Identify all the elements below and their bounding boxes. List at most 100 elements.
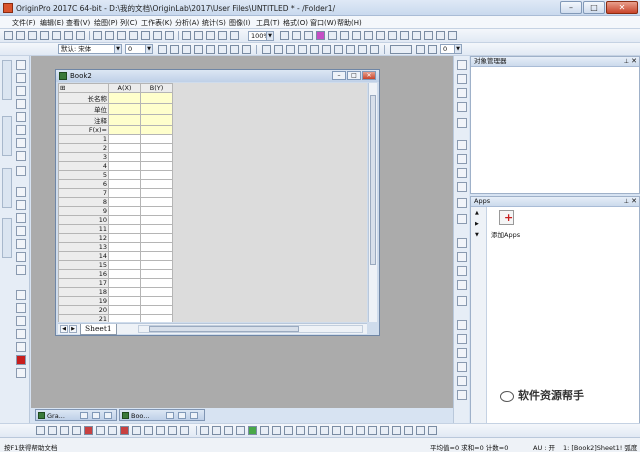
grid-cell[interactable] (108, 103, 141, 115)
grid-cell[interactable] (140, 278, 173, 288)
new-function-icon[interactable] (52, 31, 61, 40)
pointer-icon[interactable] (457, 60, 467, 70)
row-number[interactable]: 13 (58, 242, 109, 252)
menu-file[interactable]: 文件(F) (12, 18, 36, 28)
grid-cell[interactable] (140, 134, 173, 144)
sheet-tab-sheet1[interactable]: Sheet1 (80, 324, 117, 335)
data-selector-icon[interactable] (16, 125, 26, 135)
new-folder-icon[interactable] (388, 31, 397, 40)
grid-cell[interactable] (140, 215, 173, 225)
transpose-icon[interactable] (284, 426, 293, 435)
grid-cell[interactable] (140, 92, 173, 104)
row-number[interactable]: 21 (58, 314, 109, 322)
pie-chart-icon[interactable] (96, 426, 105, 435)
grid-cell[interactable] (140, 114, 173, 126)
row-number[interactable]: 6 (58, 179, 109, 189)
tab-smart-hint[interactable] (2, 218, 12, 258)
chevron-down-icon[interactable]: ▼ (475, 232, 479, 238)
grid-cell[interactable] (108, 161, 141, 171)
grid-cell[interactable] (108, 143, 141, 153)
table-row[interactable]: 21 (58, 314, 173, 322)
chevron-down-icon[interactable]: ▼ (454, 45, 461, 53)
chevron-right-icon[interactable]: ▶ (475, 221, 479, 227)
grid-cell[interactable] (140, 242, 173, 252)
table-row[interactable]: 1 (58, 134, 173, 144)
reduce-icon[interactable] (416, 426, 425, 435)
column-header-b[interactable]: B(Y) (140, 83, 173, 93)
grid-cell[interactable] (140, 314, 173, 322)
split-icon[interactable] (296, 426, 305, 435)
grid-cell[interactable] (140, 260, 173, 270)
font-size-combo[interactable]: 0 ▼ (125, 44, 153, 54)
menu-view[interactable]: 查看(V) (66, 18, 90, 28)
row-number[interactable]: 8 (58, 197, 109, 207)
minimize-button[interactable]: – (560, 1, 582, 14)
decrease-font-icon[interactable] (242, 45, 251, 54)
pivot-icon[interactable] (404, 426, 413, 435)
table-row[interactable]: 17 (58, 278, 173, 288)
grid-cell[interactable] (108, 170, 141, 180)
copy-page-icon[interactable] (230, 31, 239, 40)
menu-worksheet[interactable]: 工作表(K) (141, 18, 172, 28)
rectangle-tool-icon[interactable] (16, 213, 26, 223)
layer-table-icon[interactable] (457, 182, 467, 192)
table-row[interactable]: 10 (58, 215, 173, 225)
table-row[interactable]: 16 (58, 269, 173, 279)
group-icon[interactable] (457, 348, 467, 358)
column-header-a[interactable]: A(X) (108, 83, 141, 93)
table-row[interactable]: 12 (58, 233, 173, 243)
line-symbol-icon[interactable] (60, 426, 69, 435)
maximize-icon[interactable] (92, 412, 100, 419)
layer-icon[interactable] (457, 74, 467, 84)
row-number[interactable]: 9 (58, 206, 109, 216)
worksheet-grid-area[interactable]: ⊞ A(X) B(Y) 长名称 单位 注释 F(x)= 1 2 3 4 5 6 … (58, 83, 367, 322)
pointer-icon[interactable] (16, 60, 26, 70)
refresh-icon[interactable] (194, 31, 203, 40)
add-column-icon[interactable] (248, 426, 257, 435)
sort-icon[interactable] (212, 426, 221, 435)
status-auto-update[interactable]: AU : 开 (533, 442, 555, 452)
new-notes-icon[interactable] (76, 31, 85, 40)
learning-center-icon[interactable] (436, 31, 445, 40)
align-center-icon[interactable] (298, 45, 307, 54)
menu-edit[interactable]: 编辑(E) (40, 18, 64, 28)
formula-icon[interactable] (392, 426, 401, 435)
pattern-icon[interactable] (334, 45, 343, 54)
grid-cell[interactable] (140, 179, 173, 189)
origin-central-icon[interactable] (448, 31, 457, 40)
area-plot-icon[interactable] (108, 426, 117, 435)
delete-column-icon[interactable] (272, 426, 281, 435)
tag-icon[interactable] (380, 426, 389, 435)
table-row[interactable]: 15 (58, 260, 173, 270)
contour-plot-icon[interactable] (132, 426, 141, 435)
pin-icon[interactable]: ⊥ (624, 57, 629, 66)
column-x-icon[interactable] (457, 238, 467, 248)
font-color-icon[interactable] (262, 45, 271, 54)
menu-column[interactable]: 列(C) (120, 18, 137, 28)
grid-cell[interactable] (140, 197, 173, 207)
import-wizard-icon[interactable] (153, 31, 162, 40)
add-apps-icon[interactable]: + (499, 210, 514, 225)
grid-icon[interactable] (457, 140, 467, 150)
align-right-icon[interactable] (310, 45, 319, 54)
menu-window[interactable]: 窗口(W) (310, 18, 336, 28)
workbook-close-button[interactable]: ✕ (362, 71, 376, 80)
mask-icon[interactable] (16, 138, 26, 148)
align-icon[interactable] (457, 214, 467, 224)
scroll-thumb[interactable] (370, 95, 376, 265)
menu-analysis[interactable]: 分析(A) (175, 18, 199, 28)
insert-equation-icon[interactable] (16, 329, 26, 339)
new-layer-icon[interactable] (457, 198, 467, 208)
back-icon[interactable] (457, 334, 467, 344)
data-reader-icon[interactable] (16, 112, 26, 122)
workbook-maximize-button[interactable]: □ (347, 71, 361, 80)
grid-cell[interactable] (108, 224, 141, 234)
tab-project-explorer[interactable] (2, 60, 12, 100)
table-row[interactable]: 19 (58, 296, 173, 306)
ungroup-icon[interactable] (457, 362, 467, 372)
grid-cell[interactable] (140, 152, 173, 162)
message-log-icon[interactable] (364, 31, 373, 40)
print-icon[interactable] (182, 31, 191, 40)
next-sheet-icon[interactable]: ▶ (69, 325, 77, 333)
text-tool-icon[interactable] (16, 166, 26, 176)
